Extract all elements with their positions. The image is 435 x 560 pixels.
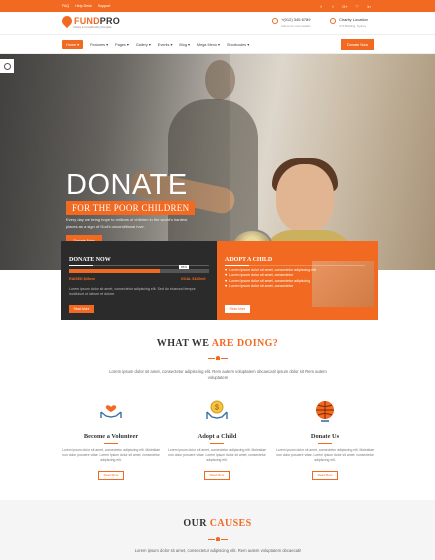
coin-hands-icon: $ bbox=[206, 400, 228, 419]
feature-adopt: $ Adopt a Child Lorem ipsum dolor sit am… bbox=[168, 398, 266, 481]
linkedin-icon[interactable]: in bbox=[365, 4, 373, 9]
top-bar: FAQ Help Desk Support f t G+ ♡ in bbox=[0, 0, 435, 12]
donate-read-more-button[interactable]: Read More bbox=[69, 305, 94, 313]
dribbble-icon[interactable]: ♡ bbox=[353, 4, 361, 9]
svg-text:$: $ bbox=[215, 405, 219, 412]
what-we-do-text: Lorem ipsum dolor sit amet, consectetur … bbox=[109, 369, 327, 380]
nav-events[interactable]: Events ▾ bbox=[158, 42, 173, 47]
heart-icon: ♥ bbox=[225, 284, 228, 289]
donate-panel-title: DONATE NOW bbox=[69, 257, 111, 263]
settings-gear-icon[interactable] bbox=[0, 59, 14, 73]
feature-text: Lorem ipsum dolor sit amet, consectetur … bbox=[62, 448, 160, 462]
raised-amount: RAISED $49cm bbox=[69, 277, 95, 281]
our-causes-title: OUR CAUSES bbox=[0, 518, 435, 529]
location-icon bbox=[330, 18, 336, 24]
feature-volunteer: Become a Volunteer Lorem ipsum dolor sit… bbox=[62, 398, 160, 481]
adopt-item-text: Lorem ipsum dolor sit amet, consectetur bbox=[229, 284, 294, 289]
volunteer-read-more-button[interactable]: Read More bbox=[97, 470, 125, 480]
hand-heart-divider-icon bbox=[208, 536, 228, 542]
donate-now-nav-button[interactable]: Donate Now bbox=[341, 39, 374, 50]
donation-progress-bar bbox=[69, 269, 209, 273]
donation-progress-fill bbox=[69, 269, 160, 273]
our-causes-title-accent: CAUSES bbox=[209, 518, 252, 529]
feature-title: Become a Volunteer bbox=[83, 433, 139, 440]
adopt-panel-title: ADOPT A CHILD bbox=[225, 257, 273, 263]
nav-blog[interactable]: Blog ▾ bbox=[179, 42, 190, 47]
faq-link[interactable]: FAQ bbox=[62, 4, 69, 8]
feature-divider bbox=[318, 443, 332, 444]
feature-text: Lorem ipsum dolor sit amet, consectetur … bbox=[168, 448, 266, 462]
phone-subtitle: Call us for more details! bbox=[281, 24, 311, 28]
facebook-icon[interactable]: f bbox=[317, 4, 325, 9]
feature-divider bbox=[104, 443, 118, 444]
hand-heart-divider-icon bbox=[208, 355, 228, 361]
location-title: Charity Location bbox=[339, 17, 368, 22]
phone-icon bbox=[272, 18, 278, 24]
google-plus-icon[interactable]: G+ bbox=[341, 4, 349, 9]
gear-shape bbox=[3, 62, 11, 70]
hero-text: Every day we bring hope to millions of c… bbox=[66, 217, 188, 229]
nav-shortcodes[interactable]: Shortcodes ▾ bbox=[227, 42, 249, 47]
logo[interactable]: FUNDPRO Charity & Crowdfunding Template bbox=[59, 13, 120, 29]
logo-main-text: FUND bbox=[74, 16, 100, 26]
hero-title: DONATE bbox=[66, 169, 188, 201]
hands-heart-icon bbox=[100, 405, 122, 418]
phone-number[interactable]: +(012) 345 6789 bbox=[281, 17, 310, 22]
hero-overlay bbox=[0, 54, 230, 270]
hero-subtitle: FOR THE POOR CHILDREN bbox=[66, 201, 196, 215]
nav-features[interactable]: Features ▾ bbox=[90, 42, 108, 47]
nav-mega-menu[interactable]: Mega Menu ▾ bbox=[197, 42, 220, 47]
adopt-feature-read-more-button[interactable]: Read More bbox=[203, 470, 231, 480]
nav-home[interactable]: Home ▾ bbox=[62, 40, 84, 49]
hero-banner: DONATE FOR THE POOR CHILDREN Every day w… bbox=[0, 54, 435, 270]
adopt-list: ♥ Lorem ipsum dolor sit amet, consectetur… bbox=[225, 268, 373, 290]
header: FUNDPRO Charity & Crowdfunding Template … bbox=[0, 12, 435, 34]
what-we-do-title-main: WHAT WE bbox=[156, 338, 212, 349]
phone-contact: +(012) 345 6789 Call us for more details… bbox=[272, 17, 310, 28]
feature-title: Adopt a Child bbox=[197, 433, 237, 440]
top-links: FAQ Help Desk Support bbox=[62, 4, 110, 8]
what-we-do-title-accent: ARE DOING? bbox=[211, 338, 279, 349]
location-address: XYZ Building, Sydney bbox=[339, 24, 367, 28]
our-causes-text: Lorem ipsum dolor sit amet, consectetur … bbox=[134, 548, 302, 553]
donate-now-panel: DONATE NOW 65% RAISED $49cm GOAL $120m0 … bbox=[61, 241, 217, 320]
support-link[interactable]: Support bbox=[98, 4, 111, 8]
feature-divider bbox=[210, 443, 224, 444]
feature-text: Lorem ipsum dolor sit amet, consectetur … bbox=[276, 448, 374, 462]
social-links: f t G+ ♡ in bbox=[317, 4, 373, 9]
donate-us-read-more-button[interactable]: Read More bbox=[311, 470, 339, 480]
goal-amount: GOAL $120m0 bbox=[181, 277, 206, 281]
globe-icon bbox=[316, 401, 334, 422]
adopt-panel-divider bbox=[225, 265, 365, 266]
donate-panel-text: Lorem ipsum dolor sit amet, consectetur … bbox=[69, 287, 196, 297]
nav-pages[interactable]: Pages ▾ bbox=[115, 42, 129, 47]
what-we-do-title: WHAT WE ARE DOING? bbox=[0, 338, 435, 349]
main-nav: Home ▾ Features ▾ Pages ▾ Gallery ▾ Even… bbox=[0, 34, 435, 54]
feature-donate: Donate Us Lorem ipsum dolor sit amet, co… bbox=[276, 398, 374, 481]
our-causes-title-main: OUR bbox=[183, 518, 210, 529]
adopt-read-more-button[interactable]: Read More bbox=[225, 305, 250, 313]
twitter-icon[interactable]: t bbox=[329, 4, 337, 9]
feature-title: Donate Us bbox=[310, 433, 340, 440]
logo-mark-icon bbox=[59, 13, 75, 29]
hero-photo-child bbox=[276, 164, 334, 232]
nav-gallery[interactable]: Gallery ▾ bbox=[136, 42, 151, 47]
adopt-child-panel: ADOPT A CHILD ♥ Lorem ipsum dolor sit ame… bbox=[217, 241, 378, 320]
location-contact: Charity Location XYZ Building, Sydney bbox=[330, 17, 368, 28]
logo-subtitle: Charity & Crowdfunding Template bbox=[73, 26, 112, 29]
help-desk-link[interactable]: Help Desk bbox=[75, 4, 92, 8]
donation-progress-label: 65% bbox=[179, 265, 190, 269]
logo-accent-text: PRO bbox=[99, 16, 120, 26]
adopt-list-item: ♥ Lorem ipsum dolor sit amet, consectetur bbox=[225, 284, 373, 289]
